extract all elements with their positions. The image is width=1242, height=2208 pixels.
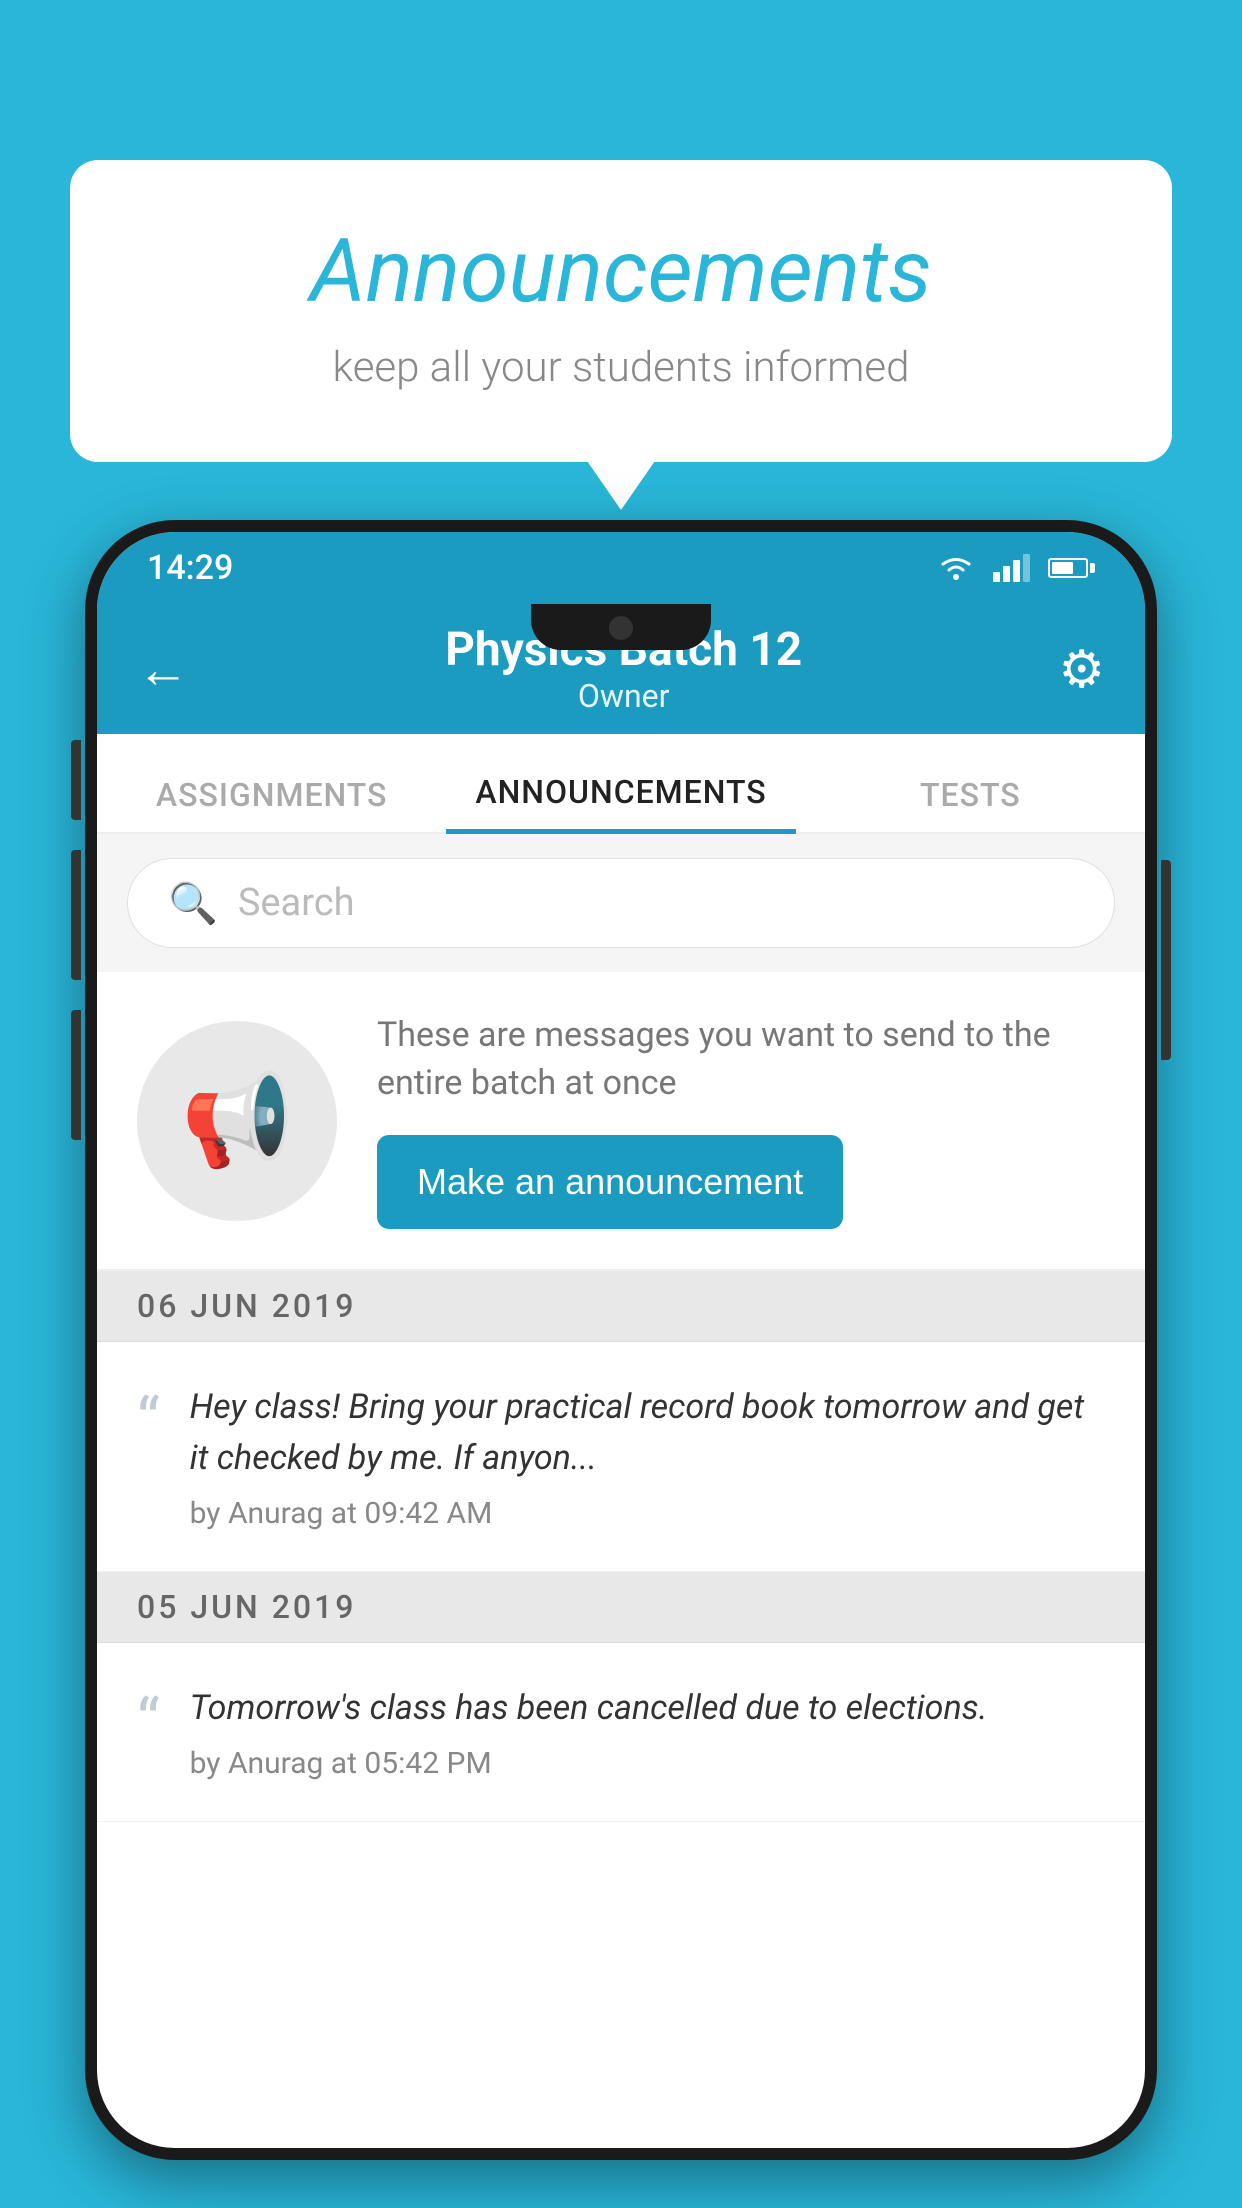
date-separator-2: 05 JUN 2019 bbox=[97, 1572, 1145, 1643]
volume-up-button bbox=[71, 740, 81, 820]
status-bar: 14:29 bbox=[97, 532, 1145, 604]
status-time: 14:29 bbox=[147, 548, 233, 588]
volume-down-button bbox=[71, 850, 81, 980]
settings-icon[interactable]: ⚙ bbox=[1058, 639, 1105, 700]
announcement-item-2: “ Tomorrow's class has been cancelled du… bbox=[97, 1643, 1145, 1822]
power-button bbox=[1161, 860, 1171, 1060]
notch bbox=[531, 604, 711, 650]
search-placeholder: Search bbox=[238, 881, 355, 925]
tabs-container: ASSIGNMENTS ANNOUNCEMENTS TESTS bbox=[97, 734, 1145, 834]
announcement-meta-2: by Anurag at 05:42 PM bbox=[190, 1746, 1105, 1781]
speech-bubble-section: Announcements keep all your students inf… bbox=[70, 160, 1172, 462]
promo-section: 📢 These are messages you want to send to… bbox=[97, 972, 1145, 1271]
wifi-icon bbox=[937, 554, 975, 582]
phone-mockup: 14:29 bbox=[85, 520, 1157, 2208]
promo-description: These are messages you want to send to t… bbox=[377, 1012, 1105, 1107]
phone-screen: 14:29 bbox=[97, 532, 1145, 2148]
promo-content: These are messages you want to send to t… bbox=[377, 1012, 1105, 1229]
announcement-text-2: Tomorrow's class has been cancelled due … bbox=[190, 1683, 1105, 1734]
search-icon: 🔍 bbox=[168, 880, 218, 927]
promo-icon-circle: 📢 bbox=[137, 1021, 337, 1221]
search-bar[interactable]: 🔍 Search bbox=[127, 858, 1115, 948]
announcement-item-1: “ Hey class! Bring your practical record… bbox=[97, 1342, 1145, 1572]
back-button[interactable]: ← bbox=[137, 639, 189, 700]
bubble-title: Announcements bbox=[150, 220, 1092, 323]
speech-bubble: Announcements keep all your students inf… bbox=[70, 160, 1172, 462]
make-announcement-button[interactable]: Make an announcement bbox=[377, 1135, 843, 1229]
quote-icon-1: “ bbox=[137, 1390, 160, 1454]
status-icons bbox=[937, 554, 1095, 582]
phone-outer: 14:29 bbox=[85, 520, 1157, 2160]
silent-button bbox=[71, 1010, 81, 1140]
battery-icon bbox=[1048, 558, 1095, 578]
tab-tests[interactable]: TESTS bbox=[796, 776, 1145, 832]
header-subtitle: Owner bbox=[445, 677, 802, 715]
tab-assignments[interactable]: ASSIGNMENTS bbox=[97, 776, 446, 832]
quote-icon-2: “ bbox=[137, 1691, 160, 1755]
search-section: 🔍 Search bbox=[97, 834, 1145, 972]
date-separator-1: 06 JUN 2019 bbox=[97, 1271, 1145, 1342]
signal-icon bbox=[993, 554, 1030, 582]
announcement-content-2: Tomorrow's class has been cancelled due … bbox=[190, 1683, 1105, 1781]
announcement-text-1: Hey class! Bring your practical record b… bbox=[190, 1382, 1105, 1484]
announcement-content-1: Hey class! Bring your practical record b… bbox=[190, 1382, 1105, 1531]
tab-announcements[interactable]: ANNOUNCEMENTS bbox=[446, 773, 795, 834]
megaphone-icon: 📢 bbox=[181, 1068, 293, 1173]
announcement-meta-1: by Anurag at 09:42 AM bbox=[190, 1496, 1105, 1531]
camera bbox=[609, 616, 633, 640]
bubble-subtitle: keep all your students informed bbox=[150, 343, 1092, 392]
